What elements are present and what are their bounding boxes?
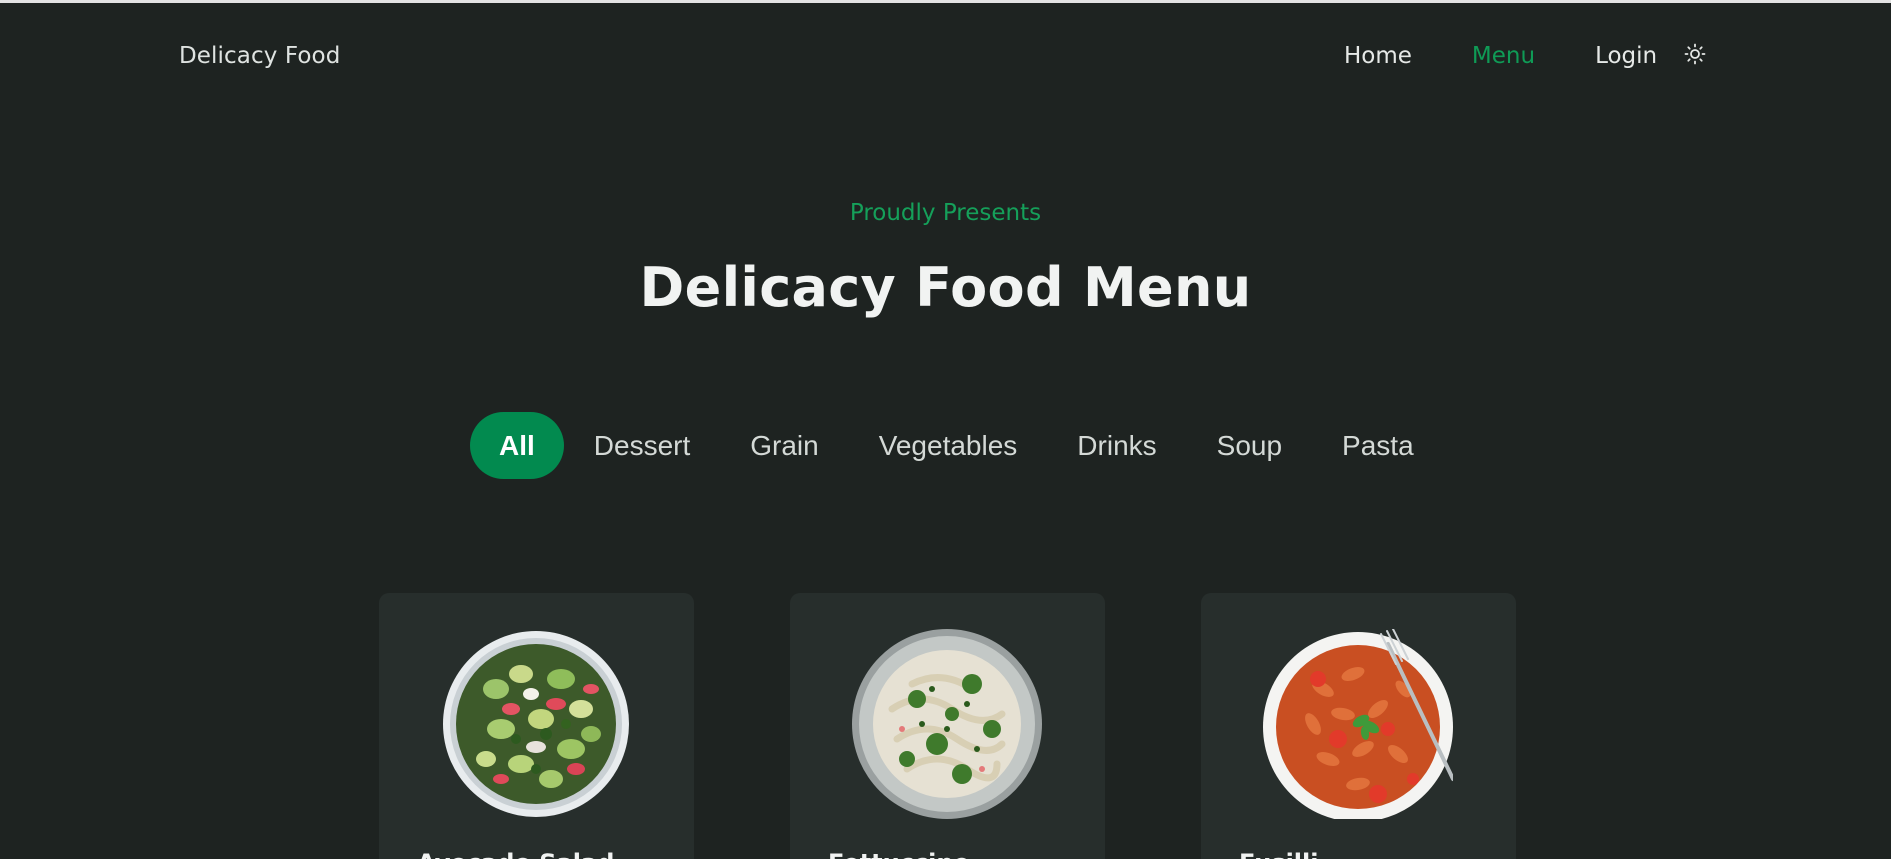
filter-vegetables[interactable]: Vegetables — [849, 412, 1048, 479]
filter-drinks[interactable]: Drinks — [1047, 412, 1186, 479]
filter-dessert[interactable]: Dessert — [564, 412, 720, 479]
filter-soup[interactable]: Soup — [1187, 412, 1312, 479]
filter-all[interactable]: All — [470, 412, 564, 479]
page: Delicacy Food Home Menu Login Proudly Pr… — [0, 0, 1891, 859]
menu-card[interactable]: Avocado Salad — [379, 593, 694, 859]
sun-icon[interactable] — [1684, 43, 1706, 65]
nav-login-link[interactable]: Login — [1595, 43, 1657, 69]
page-title: Delicacy Food Menu — [639, 256, 1252, 319]
category-filters: All Dessert Grain Vegetables Drinks Soup… — [470, 412, 1444, 479]
brand-logo[interactable]: Delicacy Food — [179, 43, 340, 69]
filter-pasta[interactable]: Pasta — [1312, 412, 1444, 479]
nav-menu-link[interactable]: Menu — [1472, 43, 1535, 69]
main-nav: Home Menu Login — [1344, 43, 1706, 69]
nav-home-link[interactable]: Home — [1344, 43, 1412, 69]
hero-subtitle: Proudly Presents — [849, 200, 1042, 226]
salad-bowl-image — [443, 631, 629, 817]
filter-grain[interactable]: Grain — [720, 412, 848, 479]
card-title: Fettuccine — [828, 849, 970, 859]
fusilli-plate-image — [1263, 629, 1453, 819]
menu-card[interactable]: Fusilli — [1201, 593, 1516, 859]
card-title: Avocado Salad — [417, 849, 614, 859]
card-title: Fusilli — [1239, 849, 1318, 859]
sun-icon-graphic — [1684, 43, 1706, 65]
menu-card[interactable]: Fettuccine — [790, 593, 1105, 859]
pasta-plate-image — [852, 629, 1042, 819]
